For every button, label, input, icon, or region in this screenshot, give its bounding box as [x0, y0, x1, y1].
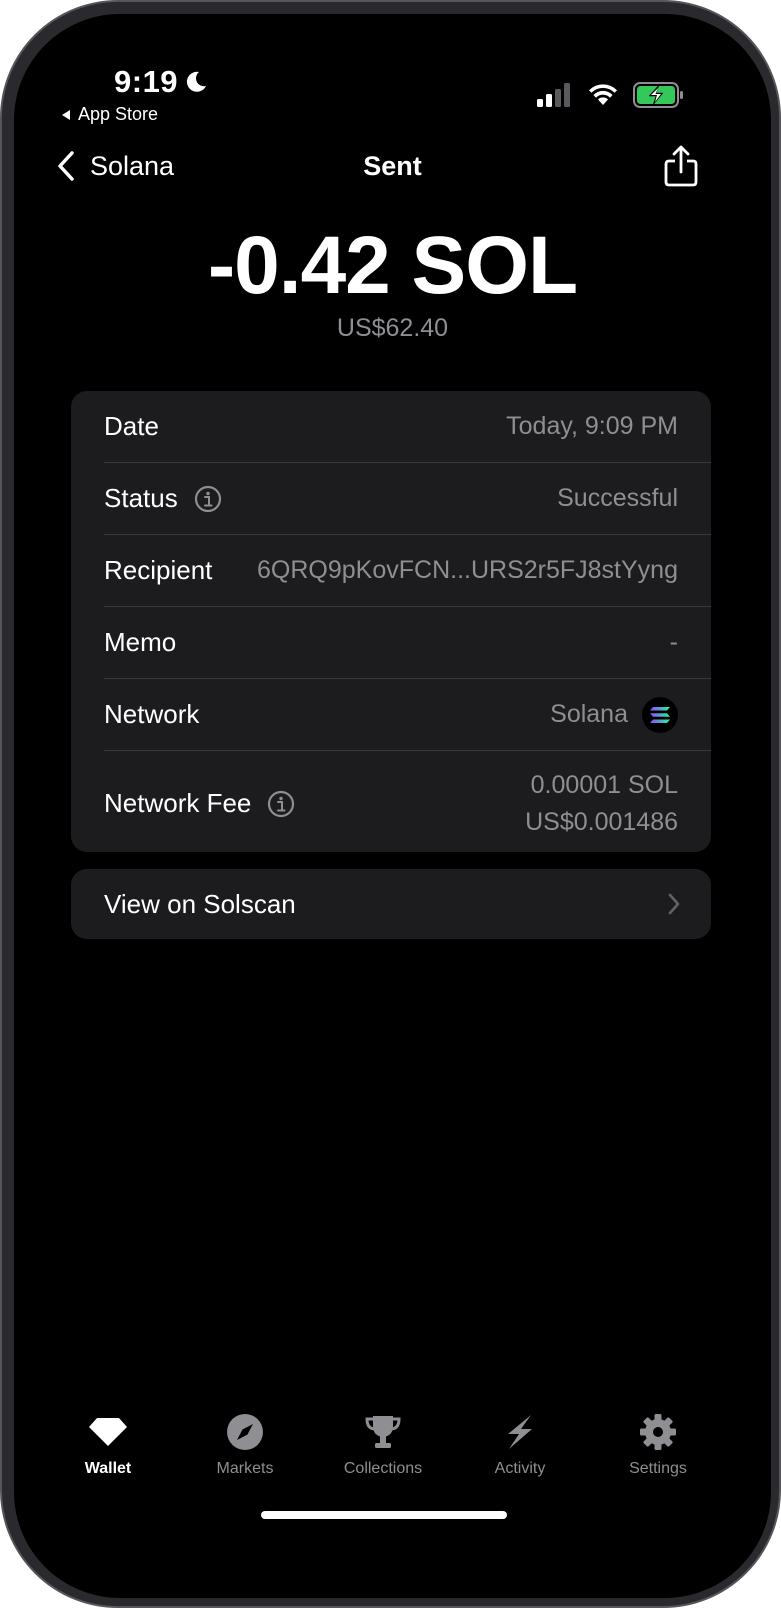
date-label: Date [104, 411, 159, 441]
moon-icon [186, 71, 207, 92]
tab-label: Markets [216, 1460, 274, 1477]
back-triangle-icon [62, 109, 70, 120]
tab-settings[interactable]: Settings [583, 1412, 733, 1478]
info-icon[interactable] [267, 790, 295, 818]
memo-label: Memo [104, 627, 177, 657]
network-fee-label: Network Fee [104, 788, 252, 818]
tab-label: Settings [629, 1460, 687, 1477]
transaction-details-card: Date Today, 9:09 PM Status Successful Re… [71, 391, 711, 852]
status-label-group: Status [104, 483, 222, 514]
gear-icon [638, 1412, 678, 1452]
gem-icon [88, 1412, 128, 1452]
back-button[interactable]: Solana [56, 138, 174, 194]
view-on-solscan-button[interactable]: View on Solscan [71, 869, 711, 939]
back-button-label: Solana [90, 150, 175, 181]
memo-row: Memo - [104, 607, 711, 679]
tab-label: Activity [494, 1460, 546, 1477]
network-fee-label-group: Network Fee [104, 788, 295, 819]
recipient-label: Recipient [104, 555, 213, 585]
network-row: Network Solana [104, 679, 711, 751]
navigation-bar: Solana Sent [14, 138, 771, 194]
recipient-address: 6QRQ9pKovFCN...URS2r5FJ8stYyng [257, 556, 678, 584]
chevron-left-icon [58, 151, 74, 181]
screen: 9:19 App Store Solana Sent -0.42 SOL US$… [14, 14, 771, 1598]
transaction-amount-usd: US$62.40 [336, 314, 449, 342]
tab-markets[interactable]: Markets [170, 1412, 320, 1478]
tab-activity[interactable]: Activity [445, 1412, 595, 1478]
tab-label: Wallet [84, 1460, 132, 1477]
network-fee-sol: 0.00001 SOL [530, 770, 678, 799]
share-button[interactable] [661, 142, 701, 190]
status-indicators [537, 82, 685, 108]
home-indicator[interactable] [261, 1511, 507, 1519]
status-time: 9:19 [114, 64, 208, 100]
info-icon[interactable] [194, 485, 222, 513]
trophy-icon [363, 1412, 403, 1452]
battery-charging-icon [633, 82, 683, 108]
solana-logo-icon [642, 696, 678, 733]
back-to-app-store[interactable]: App Store [60, 104, 158, 125]
network-value: Solana [550, 700, 628, 728]
tab-bar: Wallet Markets Collections Activity Sett… [14, 1412, 771, 1492]
view-on-solscan-label: View on Solscan [104, 888, 296, 919]
lightning-icon [500, 1412, 540, 1452]
chevron-right-icon [668, 893, 680, 915]
network-label: Network [104, 699, 200, 729]
cellular-signal-icon [537, 83, 570, 107]
network-value-group: Solana [550, 696, 678, 733]
tab-label: Collections [343, 1460, 423, 1477]
status-row: Status Successful [104, 463, 711, 535]
tab-collections[interactable]: Collections [308, 1412, 458, 1478]
compass-icon [225, 1412, 265, 1452]
memo-value: - [669, 628, 678, 656]
network-fee-values: 0.00001 SOL US$0.001486 [525, 771, 678, 837]
status-value: Successful [557, 484, 678, 512]
recipient-row[interactable]: Recipient 6QRQ9pKovFCN...URS2r5FJ8stYyng [104, 535, 711, 607]
date-value: Today, 9:09 PM [506, 412, 678, 440]
wifi-icon [589, 84, 617, 105]
transaction-amount: -0.42 SOL [207, 220, 578, 311]
share-icon [664, 145, 698, 187]
status-label: Status [104, 483, 178, 513]
tab-wallet[interactable]: Wallet [33, 1412, 183, 1478]
date-row: Date Today, 9:09 PM [104, 391, 711, 463]
status-time-text: 9:19 [114, 64, 179, 99]
back-app-label: App Store [78, 104, 159, 124]
network-fee-usd: US$0.001486 [525, 807, 678, 836]
network-fee-row: Network Fee 0.00001 SOL US$0.001486 [104, 751, 711, 856]
phone-frame: 9:19 App Store Solana Sent -0.42 SOL US$… [0, 0, 781, 1608]
